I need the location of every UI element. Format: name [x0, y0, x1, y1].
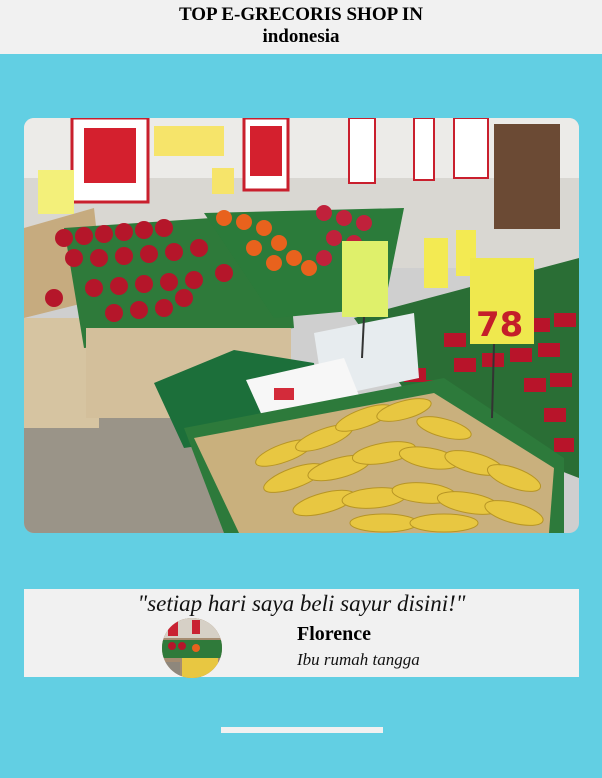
- produce-photo-illustration: 78: [24, 118, 579, 533]
- testimonial-role: Ibu rumah tangga: [297, 650, 420, 669]
- hero-produce-photo: 78: [24, 118, 579, 533]
- testimonial-quote: "setiap hari saya beli sayur disini!": [137, 591, 466, 616]
- testimonial-name: Florence: [297, 623, 372, 645]
- avatar-image: [162, 618, 222, 678]
- header-title-line1: TOP E-GRECORIS SHOP IN: [178, 4, 424, 25]
- svg-text:78: 78: [476, 305, 523, 345]
- carousel-indicator-bar[interactable]: [221, 727, 383, 733]
- header-title-line2: indonesia: [262, 26, 340, 47]
- page-header: TOP E-GRECORIS SHOP IN indonesia: [0, 0, 602, 54]
- avatar: [162, 618, 222, 678]
- testimonial-card: "setiap hari saya beli sayur disini!" Fl…: [24, 589, 579, 678]
